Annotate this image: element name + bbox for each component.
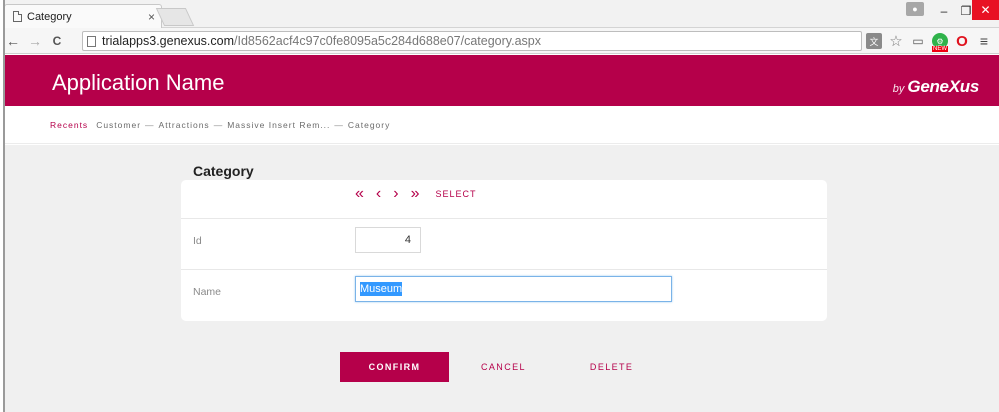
reload-button[interactable]: C [48, 34, 66, 48]
breadcrumb-item-current: Category [347, 119, 391, 130]
delete-button[interactable]: DELETE [590, 362, 633, 372]
breadcrumb-item[interactable]: Massive Insert Rem... [227, 120, 330, 130]
forward-button[interactable]: → [26, 33, 44, 49]
main-content: Category « ‹ › » SELECT Id 4 Name Museum… [5, 145, 999, 412]
url-host: trialapps3.genexus.com [102, 34, 235, 48]
breadcrumb-separator: — [334, 119, 344, 130]
extension-new-icon[interactable]: ⚙ [932, 33, 948, 52]
user-profile-icon[interactable]: ● [906, 2, 924, 16]
page-title: Category [193, 163, 254, 179]
name-field-value: Museum [360, 282, 403, 296]
name-field[interactable]: Museum [355, 276, 672, 302]
tab-close-icon[interactable]: × [148, 10, 155, 24]
translate-icon[interactable]: 文 [866, 33, 882, 49]
app-name: Application Name [52, 70, 225, 95]
back-button[interactable]: ← [4, 33, 22, 49]
select-button[interactable]: SELECT [435, 189, 476, 199]
confirm-button[interactable]: CONFIRM [340, 352, 449, 382]
page-icon [13, 11, 22, 22]
cancel-button[interactable]: CANCEL [481, 362, 526, 372]
breadcrumb-recents[interactable]: Recents [50, 120, 88, 130]
page-icon [87, 35, 96, 47]
address-bar[interactable]: trialapps3.genexus.com/Id8562acf4c97c0fe… [82, 31, 862, 51]
breadcrumb-item[interactable]: Customer [96, 120, 141, 130]
browser-menu-icon[interactable]: ≡ [976, 33, 992, 49]
opera-icon[interactable]: O [954, 33, 970, 50]
name-label: Name [193, 286, 222, 298]
first-record-button[interactable]: « [355, 186, 364, 202]
url-path: /Id8562acf4c97c0fe8095a5c284d688e07/cate… [234, 34, 541, 48]
name-row: Name Museum [181, 269, 827, 320]
previous-record-button[interactable]: ‹ [376, 186, 381, 202]
last-record-button[interactable]: » [411, 186, 420, 202]
tab-title: Category [27, 10, 72, 23]
close-window-button[interactable]: ✕ [972, 0, 999, 20]
bookmark-star-icon[interactable]: ☆ [888, 33, 904, 50]
brand-logo: by GeneXus [892, 77, 980, 97]
form-actions: CONFIRM CANCEL DELETE [340, 352, 633, 382]
form-card: « ‹ › » SELECT Id 4 Name Museum [181, 180, 827, 321]
cast-icon[interactable]: ▭ [910, 33, 926, 49]
brand-by: by [892, 83, 905, 95]
breadcrumb: Recents Customer — Attractions — Massive… [5, 106, 999, 144]
id-field[interactable]: 4 [355, 227, 421, 253]
record-pager: « ‹ › » SELECT [355, 186, 476, 202]
id-row: Id 4 [181, 218, 827, 269]
app-header: Application Name by GeneXus [5, 55, 999, 106]
id-label: Id [193, 235, 202, 247]
breadcrumb-separator: — [213, 119, 224, 130]
breadcrumb-item[interactable]: Attractions [159, 120, 210, 130]
browser-tab-strip: Category × ● – ❐ ✕ [0, 0, 999, 28]
breadcrumb-separator: — [145, 119, 155, 130]
browser-toolbar: ← → C trialapps3.genexus.com/Id8562acf4c… [0, 28, 999, 54]
minimize-button[interactable]: – [933, 0, 955, 22]
brand-name: GeneXus [907, 77, 979, 96]
next-record-button[interactable]: › [393, 186, 398, 202]
browser-tab[interactable]: Category × [4, 4, 162, 28]
extension-icons: 文 ☆ ▭ ⚙ O ≡ [866, 28, 992, 54]
